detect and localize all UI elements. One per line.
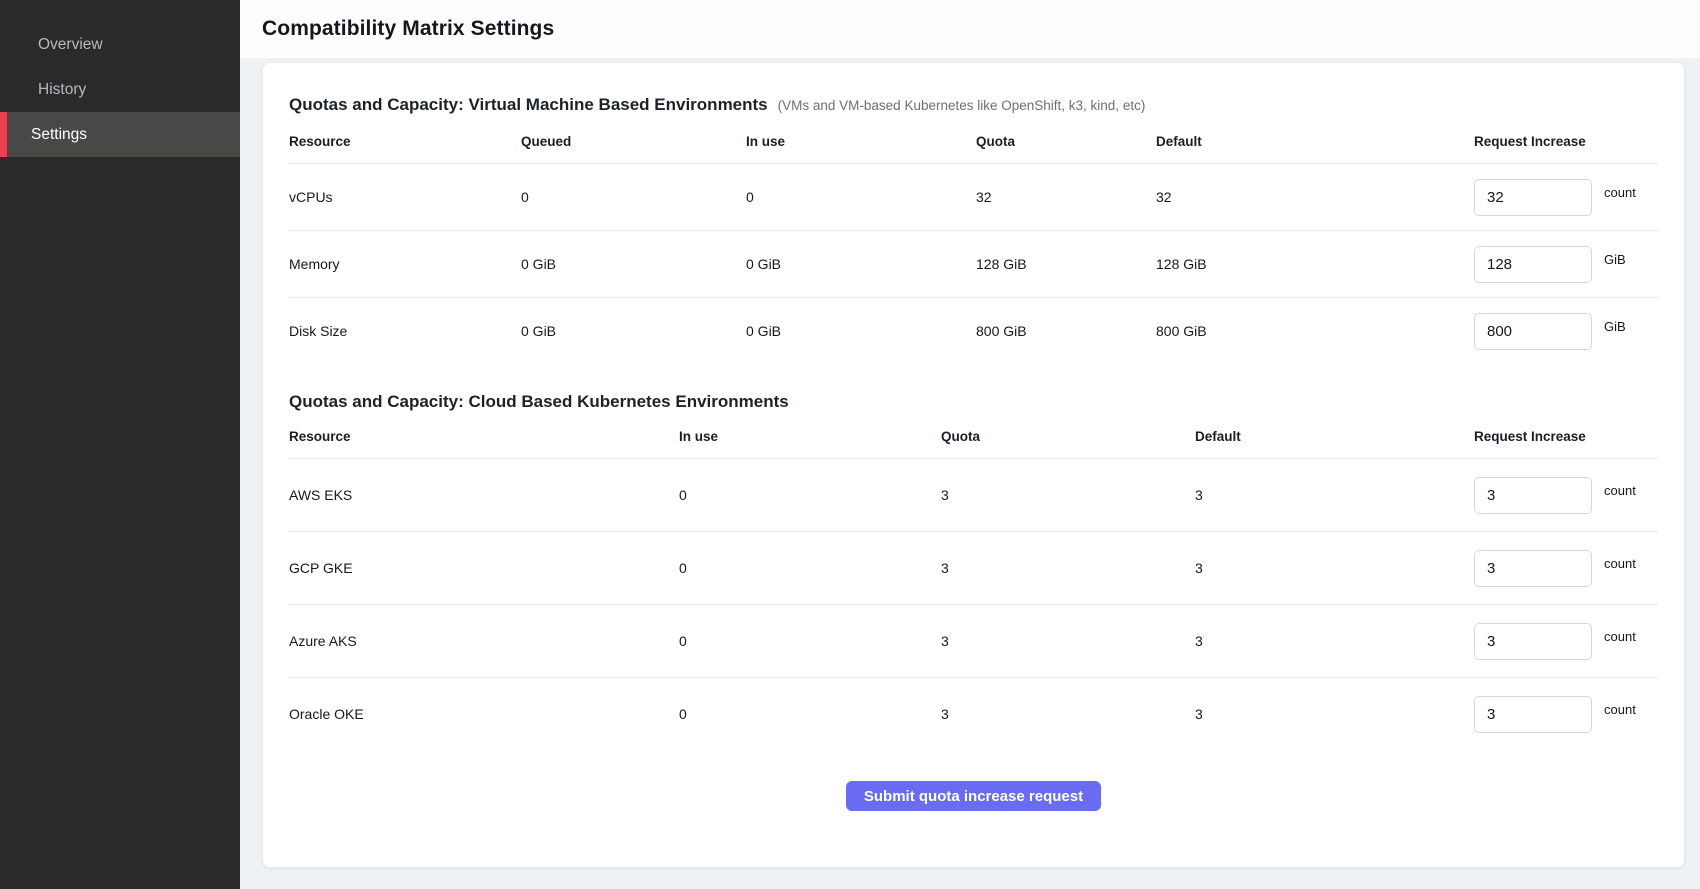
column-header-request-increase: Request Increase xyxy=(1474,429,1658,444)
default-value: 3 xyxy=(1195,633,1474,649)
default-value: 800 GiB xyxy=(1156,323,1474,339)
table-row-aws-eks: AWS EKS 0 3 3 count xyxy=(289,458,1658,531)
table-row-azure-aks: Azure AKS 0 3 3 count xyxy=(289,604,1658,677)
unit-label: count xyxy=(1604,702,1636,717)
request-increase-input-azure-aks[interactable] xyxy=(1474,623,1592,660)
column-header-in-use: In use xyxy=(679,429,941,444)
quota-value: 128 GiB xyxy=(976,256,1156,272)
quota-value: 3 xyxy=(941,487,1195,503)
in-use-value: 0 GiB xyxy=(746,256,976,272)
unit-label: count xyxy=(1604,556,1636,571)
unit-label: count xyxy=(1604,629,1636,644)
quota-value: 32 xyxy=(976,189,1156,205)
request-increase-cell: count xyxy=(1474,623,1658,660)
request-increase-cell: GiB xyxy=(1474,246,1658,283)
resource-label: Azure AKS xyxy=(289,633,679,649)
sidebar-item-settings[interactable]: Settings xyxy=(0,112,240,157)
request-increase-cell: count xyxy=(1474,696,1658,733)
main-content: Compatibility Matrix Settings Quotas and… xyxy=(240,0,1700,889)
in-use-value: 0 xyxy=(679,706,941,722)
vm-section-title: Quotas and Capacity: Virtual Machine Bas… xyxy=(289,95,768,115)
default-value: 32 xyxy=(1156,189,1474,205)
k8s-table-header: Resource In use Quota Default Request In… xyxy=(289,414,1658,458)
table-row-disk-size: Disk Size 0 GiB 0 GiB 800 GiB 800 GiB Gi… xyxy=(289,297,1658,364)
in-use-value: 0 xyxy=(746,189,976,205)
settings-card: Quotas and Capacity: Virtual Machine Bas… xyxy=(262,62,1685,868)
page-title: Compatibility Matrix Settings xyxy=(262,17,554,41)
queued-value: 0 GiB xyxy=(521,323,746,339)
table-row-oracle-oke: Oracle OKE 0 3 3 count xyxy=(289,677,1658,750)
request-increase-cell: GiB xyxy=(1474,313,1658,350)
request-increase-input-gcp-gke[interactable] xyxy=(1474,550,1592,587)
in-use-value: 0 GiB xyxy=(746,323,976,339)
request-increase-cell: count xyxy=(1474,550,1658,587)
request-increase-cell: count xyxy=(1474,477,1658,514)
vm-section-header: Quotas and Capacity: Virtual Machine Bas… xyxy=(289,95,1658,115)
default-value: 128 GiB xyxy=(1156,256,1474,272)
column-header-quota: Quota xyxy=(941,429,1195,444)
quota-value: 3 xyxy=(941,706,1195,722)
request-increase-input-memory[interactable] xyxy=(1474,246,1592,283)
column-header-request-increase: Request Increase xyxy=(1474,134,1658,149)
resource-label: vCPUs xyxy=(289,189,521,205)
column-header-resource: Resource xyxy=(289,429,679,444)
resource-label: GCP GKE xyxy=(289,560,679,576)
vm-section-subtitle: (VMs and VM-based Kubernetes like OpenSh… xyxy=(778,98,1146,113)
request-increase-cell: count xyxy=(1474,179,1658,216)
unit-label: count xyxy=(1604,483,1636,498)
column-header-quota: Quota xyxy=(976,134,1156,149)
submit-quota-increase-button[interactable]: Submit quota increase request xyxy=(846,781,1101,811)
default-value: 3 xyxy=(1195,706,1474,722)
quota-value: 3 xyxy=(941,560,1195,576)
resource-label: Oracle OKE xyxy=(289,706,679,722)
sidebar-item-history[interactable]: History xyxy=(0,67,240,112)
column-header-in-use: In use xyxy=(746,134,976,149)
table-row-gcp-gke: GCP GKE 0 3 3 count xyxy=(289,531,1658,604)
default-value: 3 xyxy=(1195,487,1474,503)
sidebar-item-overview[interactable]: Overview xyxy=(0,22,240,67)
topbar: Compatibility Matrix Settings xyxy=(240,0,1700,58)
k8s-section-header: Quotas and Capacity: Cloud Based Kuberne… xyxy=(289,392,1658,412)
k8s-section-title: Quotas and Capacity: Cloud Based Kuberne… xyxy=(289,392,789,412)
queued-value: 0 xyxy=(521,189,746,205)
request-increase-input-oracle-oke[interactable] xyxy=(1474,696,1592,733)
column-header-queued: Queued xyxy=(521,134,746,149)
unit-label: GiB xyxy=(1604,252,1626,267)
in-use-value: 0 xyxy=(679,633,941,649)
request-increase-input-aws-eks[interactable] xyxy=(1474,477,1592,514)
queued-value: 0 GiB xyxy=(521,256,746,272)
sidebar: Overview History Settings xyxy=(0,0,240,889)
unit-label: count xyxy=(1604,185,1636,200)
in-use-value: 0 xyxy=(679,560,941,576)
quota-value: 800 GiB xyxy=(976,323,1156,339)
column-header-default: Default xyxy=(1156,134,1474,149)
request-increase-input-disk-size[interactable] xyxy=(1474,313,1592,350)
app-window: Overview History Settings Compatibility … xyxy=(0,0,1700,889)
vm-table-header: Resource Queued In use Quota Default Req… xyxy=(289,119,1658,163)
resource-label: Memory xyxy=(289,256,521,272)
column-header-default: Default xyxy=(1195,429,1474,444)
resource-label: AWS EKS xyxy=(289,487,679,503)
table-row-vcpus: vCPUs 0 0 32 32 count xyxy=(289,163,1658,230)
unit-label: GiB xyxy=(1604,319,1626,334)
resource-label: Disk Size xyxy=(289,323,521,339)
submit-row: Submit quota increase request xyxy=(289,781,1658,811)
in-use-value: 0 xyxy=(679,487,941,503)
table-row-memory: Memory 0 GiB 0 GiB 128 GiB 128 GiB GiB xyxy=(289,230,1658,297)
request-increase-input-vcpus[interactable] xyxy=(1474,179,1592,216)
default-value: 3 xyxy=(1195,560,1474,576)
column-header-resource: Resource xyxy=(289,134,521,149)
quota-value: 3 xyxy=(941,633,1195,649)
